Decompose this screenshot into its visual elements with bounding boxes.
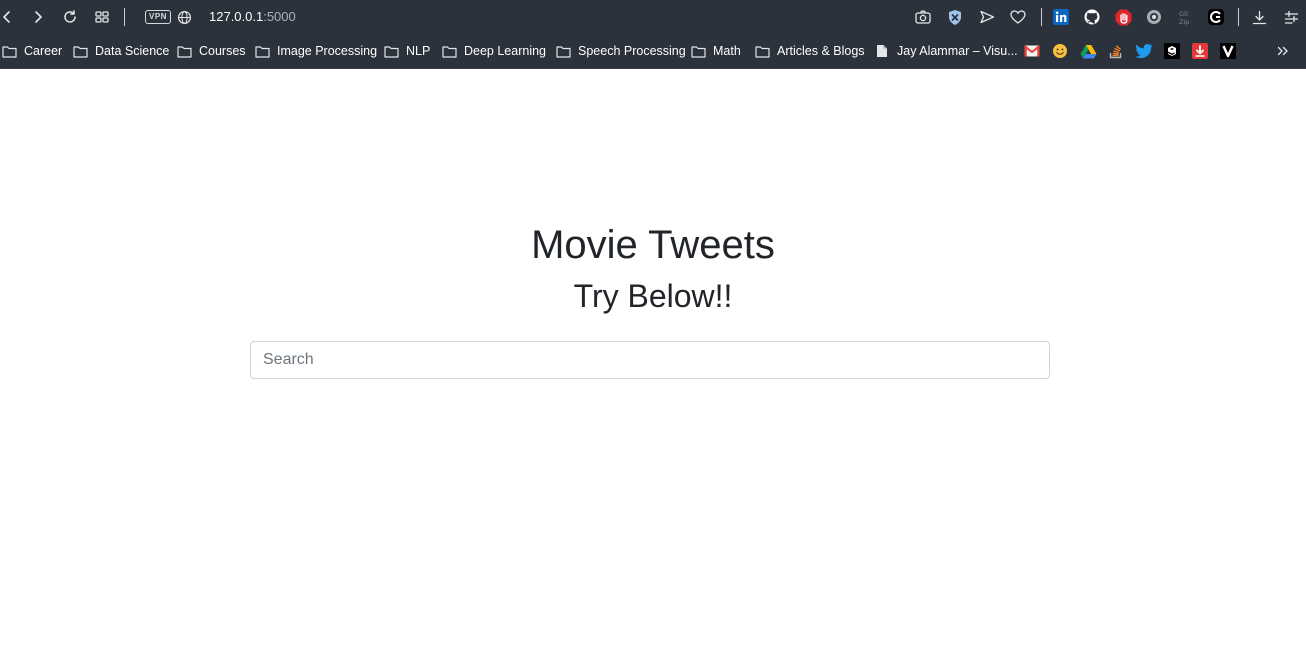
folder-icon [441,43,457,59]
camera-icon [915,10,931,24]
heart-icon [1010,10,1026,24]
bookmark-label: Articles & Blogs [777,44,865,58]
ring-icon [1208,9,1224,25]
bookmark-v[interactable] [1219,42,1237,60]
folder-icon [176,43,192,59]
github-icon [1084,9,1100,25]
svg-text:Git: Git [1179,10,1189,18]
chevron-left-icon [3,11,10,23]
bookmark-image-processing[interactable]: Image Processing [254,42,377,60]
send-button[interactable] [977,7,997,27]
bookmark-google-drive[interactable] [1079,42,1097,60]
bookmark-courses[interactable]: Courses [176,42,246,60]
linkedin-icon [1053,9,1069,25]
bookmark-label: Speech Processing [578,44,686,58]
extensions-divider [1041,8,1042,26]
url-port: :5000 [263,9,296,24]
gmail-icon [1024,45,1040,57]
menu-icon [1284,10,1298,24]
reload-button[interactable] [60,7,80,27]
forward-button[interactable] [28,7,48,27]
folder-icon [555,43,571,59]
chrome-divider [0,68,1306,69]
gitzip-icon: GitZip [1179,10,1189,26]
bookmark-career[interactable]: Career [1,42,62,60]
downloads-button[interactable] [1249,7,1269,27]
toolbar-divider [124,8,125,26]
page-icon [874,43,890,59]
github-extension[interactable] [1082,7,1102,27]
shield-icon [949,9,961,25]
bookmark-label: Data Science [95,44,170,58]
bookmarks-overflow-button[interactable] [1274,42,1292,60]
bookmark-gmail[interactable] [1023,42,1041,60]
bookmarks-bar: Career Data Science Courses Image Proces… [0,34,1306,68]
folder-icon [72,43,88,59]
address-bar: VPN 127.0.0.1:5000 Git Zip [0,0,1306,34]
v-icon [1220,43,1236,59]
url-host: 127.0.0.1 [209,9,264,24]
gitzip-extension[interactable]: Git Zip [1175,7,1195,27]
bookmark-label: NLP [406,44,431,58]
svg-text:Zip: Zip [1179,18,1189,26]
bookmark-speech-processing[interactable]: Speech Processing [555,42,686,60]
send-icon [980,10,995,24]
globe-icon [177,10,191,24]
search-input[interactable] [250,341,1050,379]
speed-dial-button[interactable] [92,7,112,27]
back-button[interactable] [0,7,17,27]
folder-icon [383,43,399,59]
bookmark-label: Career [24,44,63,58]
tracker-blocker-button[interactable] [945,7,965,27]
twitter-icon [1135,44,1153,58]
bookmark-label: Image Processing [277,44,378,58]
grid-icon [95,11,109,23]
bookmark-label: Math [713,44,741,58]
site-info-button[interactable] [174,7,194,27]
bookmark-nlp[interactable]: NLP [383,42,430,60]
bookmark-stackoverflow[interactable] [1107,42,1125,60]
bookmark-downloader[interactable] [1191,42,1209,60]
bookmark-emoji[interactable] [1051,42,1069,60]
bookmark-label: Jay Alammar – Visu... [897,44,1018,58]
bookmark-label: Deep Learning [464,44,547,58]
nine-gag-icon [1164,43,1180,59]
download-icon [1192,43,1208,59]
reload-icon [64,10,76,23]
adblock-extension[interactable] [1113,7,1133,27]
bookmark-articles-blogs[interactable]: Articles & Blogs [754,42,865,60]
url-field[interactable]: 127.0.0.1:5000 [209,9,296,25]
bookmark-jay-alammar[interactable]: Jay Alammar – Visu... [874,42,1018,60]
google-drive-icon [1080,44,1096,58]
double-chevron-right-icon [1277,46,1288,56]
page-subtitle: Try Below!! [573,278,733,314]
emoji-icon [1053,44,1067,58]
bookmark-math[interactable]: Math [690,42,741,60]
downloads-divider [1238,8,1239,26]
page-title: Movie Tweets [531,223,775,267]
download-icon [1252,10,1266,24]
browser-chrome: VPN 127.0.0.1:5000 Git Zip Career Data S… [0,0,1306,69]
folder-icon [1,43,17,59]
stackoverflow-icon [1109,45,1122,59]
side-panel-button[interactable] [1281,7,1301,27]
folder-icon [690,43,706,59]
record-extension[interactable] [1144,7,1164,27]
ring-extension[interactable] [1206,7,1226,27]
folder-icon [754,43,770,59]
screenshot-button[interactable] [913,7,933,27]
bookmark-label: Courses [199,44,246,58]
bookmark-twitter[interactable] [1135,42,1153,60]
favorites-button[interactable] [1008,7,1028,27]
stop-hand-icon [1115,9,1131,25]
bookmark-nine-gag[interactable] [1163,42,1181,60]
bookmark-data-science[interactable]: Data Science [72,42,169,60]
linkedin-extension[interactable] [1051,7,1071,27]
vpn-button[interactable]: VPN [145,10,171,24]
bookmark-deep-learning[interactable]: Deep Learning [441,42,546,60]
record-icon [1147,10,1161,24]
chevron-right-icon [35,11,42,23]
folder-icon [254,43,270,59]
